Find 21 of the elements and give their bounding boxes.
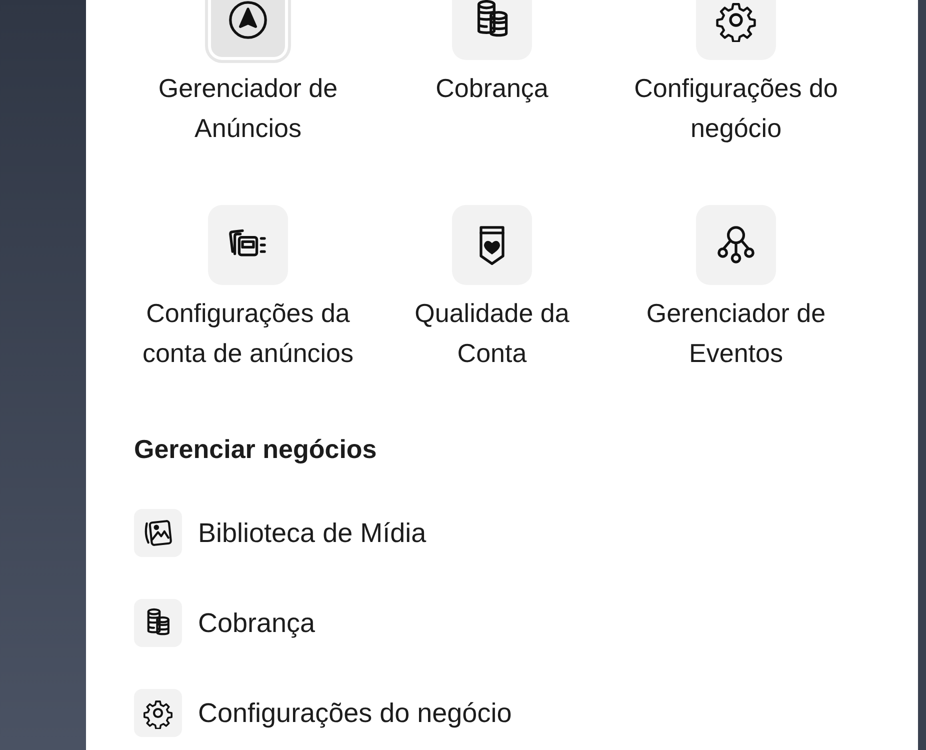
menu-item-label[interactable]: Cobrança [198,608,316,638]
shortcut-label: Cobrança [434,72,550,105]
menu-item-label[interactable]: Configurações do negócio [198,698,512,728]
shortcut-label: Gerenciador de Eventos [645,297,827,370]
menu-item-label[interactable]: Biblioteca de Mídia [198,518,426,548]
settings-icon [714,0,758,42]
shortcut-label: Configurações do negócio [633,72,839,145]
shortcut-tile[interactable] [452,205,532,285]
shortcut-tile[interactable] [696,205,776,285]
shortcut-label: Qualidade da Conta [414,297,570,370]
shortcut-label: Gerenciador de Anúncios [157,72,339,145]
shortcut-tile[interactable] [208,205,288,285]
item-icon-tile[interactable] [134,599,182,647]
shortcut-tile[interactable] [208,0,288,60]
image-icon [142,517,174,549]
item-icon-tile[interactable] [134,509,182,557]
shortcut-tile[interactable] [696,0,776,60]
section-title: Gerenciar negócios [134,433,378,466]
item-icon-tile[interactable] [134,689,182,737]
shortcut-tile[interactable] [452,0,532,60]
shortcut-label: Configurações da conta de anúncios [141,297,355,370]
